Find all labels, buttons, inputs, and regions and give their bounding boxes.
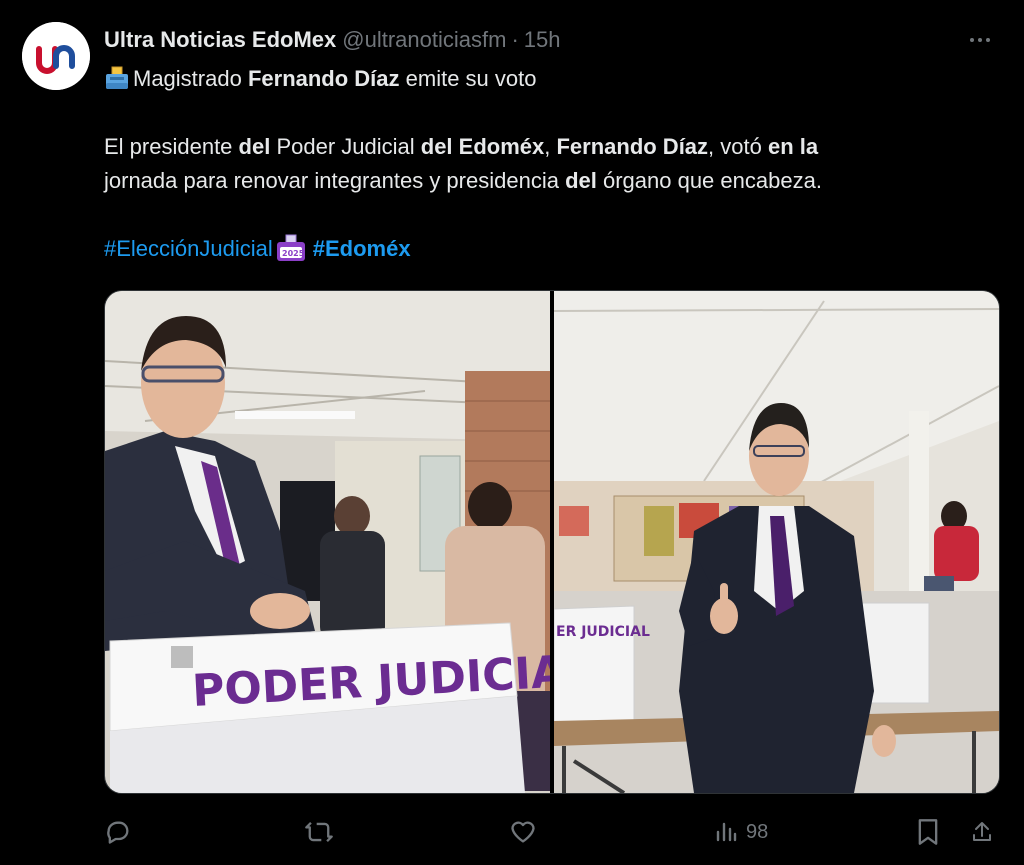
election-2025-icon: 2025 [276,234,305,261]
text-bold: del Edoméx [420,134,545,159]
like-button[interactable] [509,812,537,852]
svg-text:2025: 2025 [282,249,305,258]
text-segment: El presidente [104,134,239,159]
text-segment: jornada para renovar integrantes y presi… [104,168,566,193]
author-handle[interactable]: @ultranoticiasfm [342,26,506,54]
headline-suffix: emite su voto [399,66,537,91]
more-options-icon[interactable] [962,28,998,52]
ballot-box-label-right: ER JUDICIAL [556,624,650,640]
avatar[interactable] [22,22,90,90]
tweet-timestamp[interactable]: 15h [524,26,561,54]
tweet-actions: 98 [104,812,998,852]
photo-voting-closeup[interactable]: PODER JUDICIAL [105,291,550,793]
views-count: 98 [746,820,769,843]
text-bold: del [238,134,271,159]
hashtags: #ElecciónJudicial 2025 #Edoméx [104,232,984,266]
hashtag-edomex[interactable]: #Edoméx [313,236,411,261]
bookmark-icon [918,819,938,845]
text-bold: del [565,168,597,193]
text-bold: Fernando Díaz [556,134,709,159]
share-button[interactable] [970,812,994,852]
photo-full-body-thumbs-up[interactable]: ER JUDICIAL [554,291,999,793]
tweet-paragraph: El presidente del Poder Judicial del Edo… [104,130,984,198]
ballot-box-icon [106,66,128,89]
text-segment: , [544,134,557,159]
tweet-headline: Magistrado Fernando Díaz emite su voto [104,62,984,96]
bookmark-button[interactable] [916,812,940,852]
reply-icon [107,821,129,844]
views-icon [716,822,737,842]
headline-name: Fernando Díaz [247,66,400,91]
reply-button[interactable] [104,812,132,852]
photo-right-image: ER JUDICIAL [554,291,999,793]
separator-dot: · [511,27,519,52]
repost-icon [305,821,333,843]
hashtag-eleccion-judicial[interactable]: #ElecciónJudicial [104,236,273,261]
text-bold: en la [767,134,819,159]
author-display-name[interactable]: Ultra Noticias EdoMex [104,26,336,54]
views-button[interactable]: 98 [714,812,768,852]
share-icon [973,822,991,841]
ultra-noticias-logo-icon [22,22,90,90]
tweet-media: PODER JUDICIAL ER JUDICIAL [104,290,1000,794]
tweet-header: Ultra Noticias EdoMex @ultranoticiasfm ·… [104,26,1004,54]
heart-icon [511,821,535,843]
text-segment: órgano que encabeza. [596,168,822,193]
headline-prefix: Magistrado [133,66,248,91]
repost-button[interactable] [304,812,334,852]
photo-left-image: PODER JUDICIAL [105,291,550,793]
text-segment: , votó [708,134,768,159]
text-segment: Poder Judicial [270,134,421,159]
tweet-text: Magistrado Fernando Díaz emite su voto E… [104,62,984,266]
